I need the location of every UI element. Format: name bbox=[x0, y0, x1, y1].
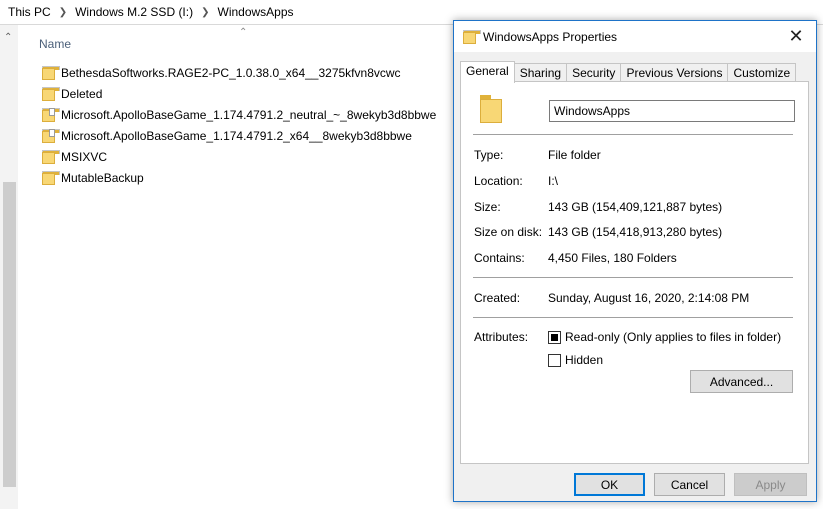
folder-icon bbox=[42, 171, 60, 185]
list-item-label: BethesdaSoftworks.RAGE2-PC_1.0.38.0_x64_… bbox=[61, 66, 401, 80]
advanced-button[interactable]: Advanced... bbox=[690, 370, 793, 393]
contains-label: Contains: bbox=[474, 251, 525, 265]
contains-value: 4,450 Files, 180 Folders bbox=[548, 251, 677, 265]
read-only-label[interactable]: Read-only (Only applies to files in fold… bbox=[565, 330, 781, 344]
list-item-label: Microsoft.ApolloBaseGame_1.174.4791.2_ne… bbox=[61, 108, 437, 122]
hidden-checkbox[interactable] bbox=[548, 354, 561, 367]
type-value: File folder bbox=[548, 148, 601, 162]
list-item-label: MutableBackup bbox=[61, 171, 144, 185]
folder-icon bbox=[42, 150, 60, 164]
list-item[interactable]: MutableBackup bbox=[42, 168, 144, 188]
tab-customize[interactable]: Customize bbox=[727, 63, 797, 82]
size-label: Size: bbox=[474, 200, 501, 214]
type-label: Type: bbox=[474, 148, 504, 162]
divider bbox=[473, 277, 793, 278]
list-item[interactable]: MSIXVC bbox=[42, 147, 107, 167]
list-item-label: Microsoft.ApolloBaseGame_1.174.4791.2_x6… bbox=[61, 129, 412, 143]
folder-icon bbox=[463, 30, 481, 44]
tab-sharing[interactable]: Sharing bbox=[513, 63, 568, 82]
created-value: Sunday, August 16, 2020, 2:14:08 PM bbox=[548, 291, 750, 305]
created-label: Created: bbox=[474, 291, 521, 305]
sort-ascending-icon: ⌃ bbox=[239, 27, 248, 38]
attributes-label: Attributes: bbox=[474, 330, 529, 344]
folder-name-field[interactable] bbox=[549, 100, 795, 122]
tab-strip: General Sharing Security Previous Versio… bbox=[460, 61, 797, 83]
properties-dialog: WindowsApps Properties ✕ General Sharing… bbox=[453, 20, 817, 502]
size-value: 143 GB (154,409,121,887 bytes) bbox=[548, 200, 723, 214]
breadcrumb-this-pc[interactable]: This PC bbox=[0, 5, 55, 19]
location-label: Location: bbox=[474, 174, 523, 188]
tab-previous-versions[interactable]: Previous Versions bbox=[620, 63, 729, 82]
cancel-button[interactable]: Cancel bbox=[654, 473, 725, 496]
hidden-label[interactable]: Hidden bbox=[565, 353, 603, 367]
list-item[interactable]: Microsoft.ApolloBaseGame_1.174.4791.2_x6… bbox=[42, 126, 412, 146]
list-item-label: Deleted bbox=[61, 87, 103, 101]
chevron-right-icon[interactable]: ❯ bbox=[55, 7, 71, 18]
folder-icon bbox=[42, 66, 60, 80]
close-icon: ✕ bbox=[788, 26, 804, 46]
tab-security[interactable]: Security bbox=[566, 63, 622, 82]
folder-icon bbox=[480, 95, 502, 123]
dialog-title: WindowsApps Properties bbox=[483, 30, 618, 44]
divider bbox=[473, 134, 793, 135]
folder-doc-icon bbox=[42, 129, 60, 143]
ok-button[interactable]: OK bbox=[574, 473, 645, 496]
folder-doc-icon bbox=[42, 108, 60, 122]
scroll-up-icon[interactable]: ⌃ bbox=[4, 32, 12, 43]
breadcrumb-drive[interactable]: Windows M.2 SSD (I:) bbox=[71, 5, 197, 19]
dialog-titlebar[interactable]: WindowsApps Properties ✕ bbox=[454, 21, 816, 52]
divider bbox=[473, 317, 793, 318]
size-on-disk-label: Size on disk: bbox=[474, 225, 543, 239]
navigation-pane: ⌃ bbox=[0, 25, 18, 509]
list-item[interactable]: Deleted bbox=[42, 84, 102, 104]
list-item[interactable]: BethesdaSoftworks.RAGE2-PC_1.0.38.0_x64_… bbox=[42, 63, 401, 83]
size-on-disk-value: 143 GB (154,418,913,280 bytes) bbox=[548, 225, 723, 239]
file-list: ⌃ Name BethesdaSoftworks.RAGE2-PC_1.0.38… bbox=[18, 25, 458, 509]
list-item-label: MSIXVC bbox=[61, 150, 108, 164]
list-item[interactable]: Microsoft.ApolloBaseGame_1.174.4791.2_ne… bbox=[42, 105, 436, 125]
apply-button[interactable]: Apply bbox=[734, 473, 807, 496]
tab-general[interactable]: General bbox=[460, 61, 515, 83]
general-tab-panel: Type: File folder Location: I:\ Size: 14… bbox=[460, 81, 809, 464]
chevron-right-icon[interactable]: ❯ bbox=[197, 7, 213, 18]
close-button[interactable]: ✕ bbox=[776, 21, 816, 52]
breadcrumb-windowsapps[interactable]: WindowsApps bbox=[214, 5, 298, 19]
location-value: I:\ bbox=[548, 174, 559, 188]
folder-icon bbox=[42, 87, 60, 101]
read-only-checkbox[interactable] bbox=[548, 331, 561, 344]
scrollbar-thumb[interactable] bbox=[3, 182, 16, 487]
column-header-name[interactable]: Name bbox=[39, 37, 71, 51]
